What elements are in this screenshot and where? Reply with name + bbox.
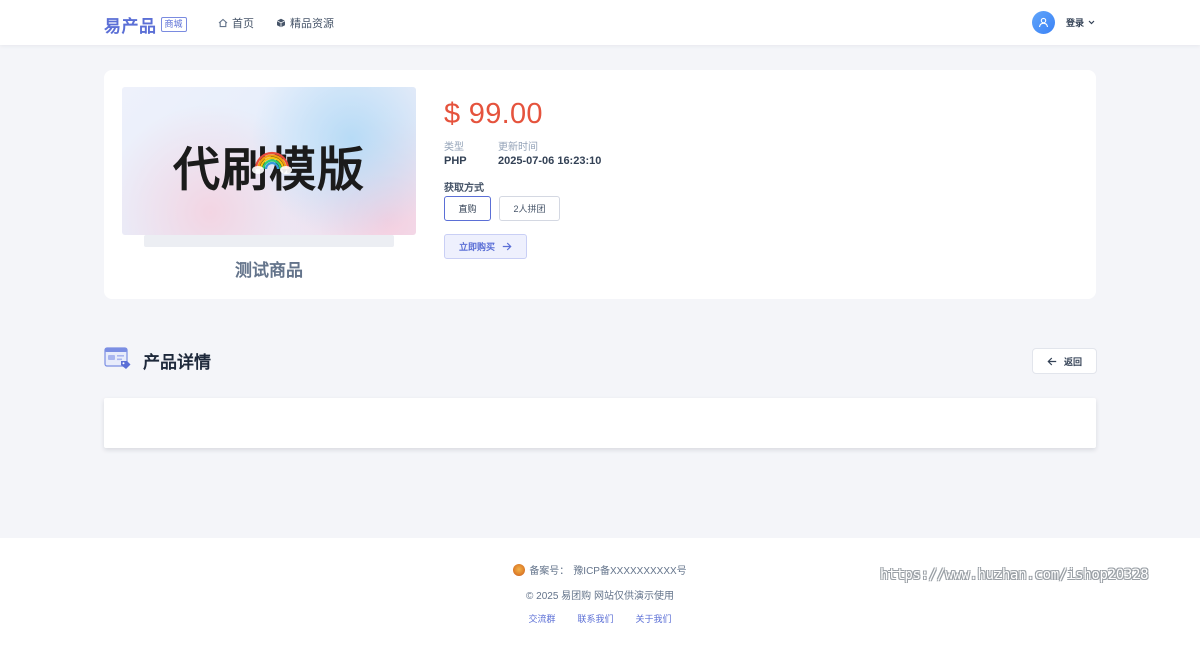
avatar[interactable] (1032, 11, 1055, 34)
login-button[interactable]: 登录 (1066, 16, 1095, 29)
arrow-right-icon (502, 242, 512, 251)
nav-item-resources[interactable]: 精品资源 (276, 15, 334, 31)
copyright-text: © 2025 易团购 网站仅供演示使用 (526, 591, 674, 602)
arrow-left-icon (1047, 357, 1057, 365)
nav-item-resources-label: 精品资源 (290, 18, 334, 30)
top-navbar: 易产品 商城 首页 精品资源 登录 (0, 0, 1200, 45)
product-name: 测试商品 (235, 261, 303, 280)
user-icon (1038, 17, 1049, 28)
nav-item-home-label: 首页 (232, 18, 254, 30)
cube-icon (276, 18, 286, 28)
back-button[interactable]: 返回 (1032, 348, 1097, 374)
updated-value: 2025-07-06 16:23:10 (498, 155, 602, 167)
footer-link-about[interactable]: 关于我们 (636, 612, 672, 625)
product-image-wrap: 代刷模版 (122, 87, 416, 247)
details-content (104, 398, 1096, 448)
footer-links: 交流群 联系我们 关于我们 (0, 612, 1200, 625)
login-label: 登录 (1066, 18, 1085, 28)
details-title: 产品详情 (143, 353, 211, 372)
main-nav: 首页 精品资源 (218, 15, 334, 31)
details-icon (104, 347, 131, 369)
buy-now-button[interactable]: 立即购买 (444, 234, 527, 259)
site-logo[interactable]: 易产品 商城 (104, 12, 187, 37)
purchase-method-label: 获取方式 (444, 183, 484, 194)
product-card: 代刷模版 测试商品 $ 99.00 类型 更新时间 PHP 2025-07-06… (104, 70, 1096, 299)
logo-text: 易产品 (104, 17, 157, 36)
footer: 备案号： 豫ICP备XXXXXXXXXX号 © 2025 易团购 网站仅供演示使… (0, 538, 1200, 645)
image-shadow (144, 235, 394, 247)
updated-label: 更新时间 (498, 142, 538, 153)
police-badge-icon (513, 563, 526, 576)
buy-now-label: 立即购买 (458, 242, 495, 252)
footer-link-group[interactable]: 交流群 (528, 612, 555, 625)
type-value: PHP (444, 155, 467, 167)
product-price: $ 99.00 (444, 98, 543, 130)
chevron-down-icon (1088, 20, 1095, 25)
back-label: 返回 (1063, 356, 1082, 367)
rainbow-icon (252, 151, 292, 174)
user-menu[interactable]: 登录 (1032, 11, 1095, 34)
logo-tag: 商城 (160, 17, 187, 32)
product-image[interactable]: 代刷模版 (122, 87, 416, 235)
nav-item-home[interactable]: 首页 (218, 15, 254, 31)
type-label: 类型 (444, 142, 464, 153)
home-icon (218, 18, 228, 28)
icp-label: 备案号： (529, 566, 570, 577)
option-group-buy[interactable]: 2人拼团 (499, 196, 560, 221)
watermark-text: https://www.huzhan.com/ishop20328 (880, 567, 1149, 583)
footer-link-contact[interactable]: 联系我们 (577, 612, 613, 625)
icp-number[interactable]: 豫ICP备XXXXXXXXXX号 (573, 562, 686, 577)
option-direct-buy[interactable]: 直购 (444, 196, 491, 221)
